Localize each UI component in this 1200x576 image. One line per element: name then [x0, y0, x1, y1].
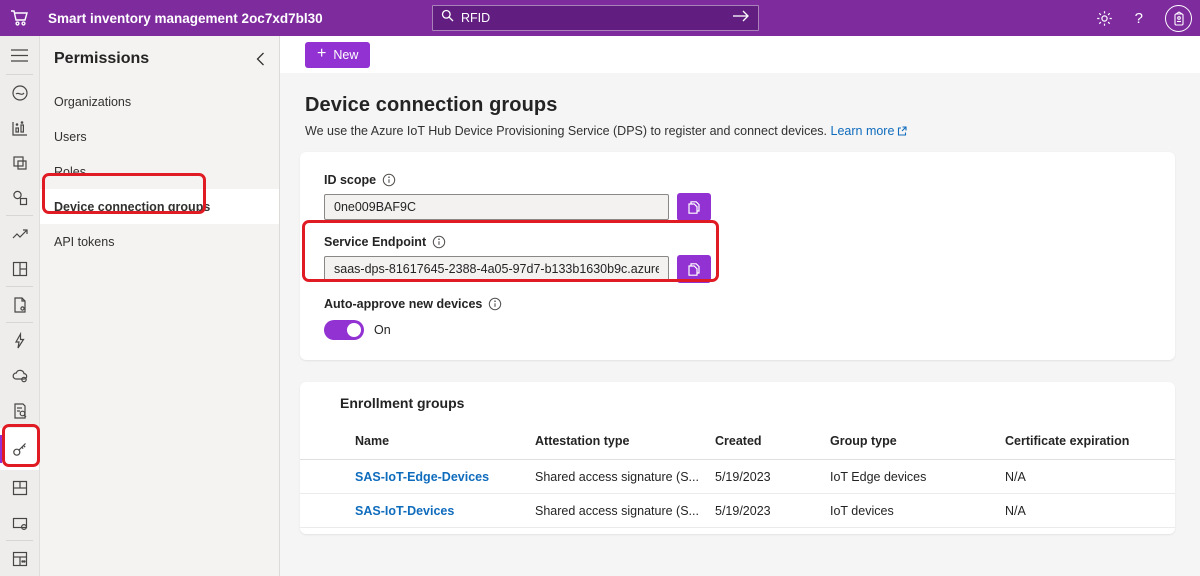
enrollment-groups-title: Enrollment groups [340, 395, 465, 411]
data-export-icon[interactable] [0, 358, 39, 393]
cell-attestation: Shared access signature (S... [535, 469, 699, 484]
learn-more-link[interactable]: Learn more [831, 124, 908, 138]
app-header: Smart inventory management 2oc7xd7bl30 ? [0, 0, 1200, 36]
info-icon[interactable] [432, 235, 446, 249]
column-header-certificate-expiration[interactable]: Certificate expiration [1005, 434, 1175, 448]
copy-service-endpoint-button[interactable] [677, 255, 711, 283]
cell-created: 5/19/2023 [715, 503, 771, 518]
nav-rail [0, 36, 40, 576]
new-button[interactable]: + New [305, 41, 371, 68]
main-content: + New Device connection groups We use th… [280, 36, 1200, 576]
page-title: Device connection groups [305, 94, 558, 116]
page-description: We use the Azure IoT Hub Device Provisio… [305, 124, 1175, 139]
column-header-name[interactable]: Name [355, 434, 535, 448]
permissions-key-icon[interactable] [0, 428, 39, 470]
edit-layout-icon[interactable] [0, 470, 39, 505]
search-box[interactable] [432, 5, 759, 31]
jobs-icon[interactable] [0, 323, 39, 358]
organization-icon[interactable] [0, 75, 39, 110]
table-row[interactable]: SAS-IoT-Devices Shared access signature … [300, 494, 1175, 528]
sidebar-item-api-tokens[interactable]: API tokens [40, 224, 279, 259]
search-input[interactable] [461, 11, 732, 25]
toggle-state-label: On [374, 323, 391, 337]
device-templates-icon[interactable] [0, 145, 39, 180]
service-endpoint-group: Service Endpoint [324, 235, 1151, 283]
app-title: Smart inventory management 2oc7xd7bl30 [48, 10, 323, 26]
cart-icon [0, 9, 40, 27]
enrollment-group-link[interactable]: SAS-IoT-Devices [355, 504, 535, 518]
sidebar-item-roles[interactable]: Roles [40, 154, 279, 189]
data-explorer-icon[interactable] [0, 216, 39, 251]
external-link-icon [897, 125, 907, 139]
enrollment-group-link[interactable]: SAS-IoT-Edge-Devices [355, 470, 535, 484]
cell-group-type: IoT Edge devices [830, 469, 927, 484]
column-header-attestation-type[interactable]: Attestation type [535, 434, 715, 448]
sidebar-item-device-connection-groups[interactable]: Device connection groups [40, 189, 279, 224]
device-analytics-icon[interactable] [0, 110, 39, 145]
sidebar-item-users[interactable]: Users [40, 119, 279, 154]
service-endpoint-label: Service Endpoint [324, 235, 427, 249]
user-avatar[interactable] [1165, 4, 1192, 32]
table-row[interactable]: SAS-IoT-Edge-Devices Shared access signa… [300, 460, 1175, 494]
application-settings-icon[interactable] [0, 505, 39, 540]
info-icon[interactable] [488, 297, 502, 311]
cell-certificate-expiration: N/A [1005, 503, 1026, 518]
id-scope-field[interactable] [324, 194, 669, 220]
table-header-row: Name Attestation type Created Group type… [300, 422, 1175, 460]
command-bar: + New [280, 36, 1200, 73]
search-submit-icon[interactable] [732, 9, 750, 27]
help-icon[interactable]: ? [1135, 10, 1143, 27]
plus-icon: + [317, 44, 327, 62]
sidebar-item-organizations[interactable]: Organizations [40, 84, 279, 119]
device-groups-icon[interactable] [0, 180, 39, 215]
search-icon [441, 9, 454, 27]
auto-approve-toggle[interactable] [324, 320, 364, 340]
settings-gear-icon[interactable] [1096, 10, 1113, 27]
info-icon[interactable] [382, 173, 396, 187]
column-header-created[interactable]: Created [715, 434, 830, 448]
cell-created: 5/19/2023 [715, 469, 771, 484]
enrollment-groups-card: Enrollment groups Name Attestation type … [300, 382, 1175, 534]
collapse-chevron-icon[interactable] [256, 52, 265, 66]
customization-icon[interactable] [0, 541, 39, 576]
audit-logs-icon[interactable] [0, 393, 39, 428]
rules-icon[interactable] [0, 287, 39, 322]
cell-attestation: Shared access signature (S... [535, 503, 699, 518]
auto-approve-group: Auto-approve new devices On [324, 297, 1151, 345]
menu-hamburger-icon[interactable] [0, 36, 39, 74]
column-header-group-type[interactable]: Group type [830, 434, 1005, 448]
id-scope-label: ID scope [324, 173, 377, 187]
auto-approve-label: Auto-approve new devices [324, 297, 483, 311]
dashboards-icon[interactable] [0, 251, 39, 286]
dps-settings-card: ID scope Service Endpoint [300, 152, 1175, 360]
permissions-sidebar: Permissions Organizations Users Roles De… [40, 36, 280, 576]
copy-id-scope-button[interactable] [677, 193, 711, 221]
cell-certificate-expiration: N/A [1005, 469, 1026, 484]
service-endpoint-field[interactable] [324, 256, 669, 282]
id-scope-group: ID scope [324, 173, 1151, 221]
cell-group-type: IoT devices [830, 503, 894, 518]
sidebar-title: Permissions [54, 50, 150, 67]
